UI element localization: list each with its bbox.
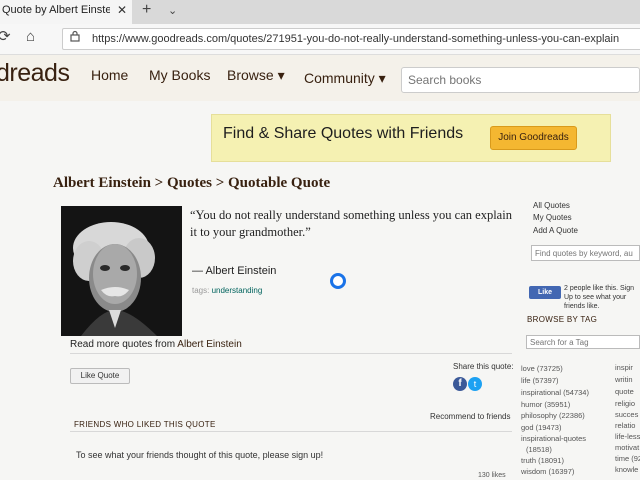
new-tab-icon[interactable]: + xyxy=(142,1,151,19)
tag-link[interactable]: inspirational (54734) xyxy=(521,388,589,397)
tag-link[interactable]: succes xyxy=(615,410,638,419)
browse-by-tag-heading: BROWSE BY TAG xyxy=(527,315,598,324)
facebook-like-text: 2 people like this. Sign Up to see what … xyxy=(564,285,635,310)
tag-link[interactable]: god (19473) xyxy=(521,423,561,432)
author-photo[interactable] xyxy=(61,206,182,336)
tab-close-icon[interactable]: ✕ xyxy=(117,3,127,17)
tag-search-input[interactable] xyxy=(526,335,640,349)
all-quotes-link[interactable]: All Quotes xyxy=(533,201,570,210)
tag-link[interactable]: (18518) xyxy=(526,445,552,454)
signup-prompt: To see what your friends thought of this… xyxy=(76,450,324,460)
tag-link[interactable]: knowle xyxy=(615,465,638,474)
fb-like-label: Like xyxy=(537,289,552,296)
tab-title: Quote by Albert Einstein xyxy=(2,4,110,16)
tag-link[interactable]: writin xyxy=(615,375,633,384)
nav-community[interactable]: Community ▾ xyxy=(304,70,386,87)
share-label: Share this quote: xyxy=(453,362,514,371)
add-quote-link[interactable]: Add A Quote xyxy=(533,226,578,235)
tag-link[interactable]: life-less xyxy=(615,432,640,441)
facebook-share-icon[interactable]: f xyxy=(453,377,467,391)
lock-icon xyxy=(70,30,80,45)
banner-text: Find & Share Quotes with Friends xyxy=(223,125,464,142)
tag-link[interactable]: philosophy (22386) xyxy=(521,411,585,420)
recommend-to-friends-link[interactable]: Recommend to friends xyxy=(430,412,510,421)
tags-label: tags: xyxy=(192,286,210,295)
join-goodreads-button[interactable]: Join Goodreads xyxy=(490,126,577,150)
nav-home[interactable]: Home xyxy=(91,67,128,83)
read-more-author-link[interactable]: Albert Einstein xyxy=(177,339,241,350)
tag-link[interactable]: time (92 xyxy=(615,454,640,463)
tag-link[interactable]: religio xyxy=(615,399,635,408)
tag-link[interactable]: inspir xyxy=(615,363,633,372)
tab-list-icon[interactable]: ⌄ xyxy=(168,4,177,17)
tag-link[interactable]: relatio xyxy=(615,421,635,430)
divider xyxy=(70,353,512,354)
tag-link[interactable]: quote xyxy=(615,387,634,396)
breadcrumb[interactable]: Albert Einstein > Quotes > Quotable Quot… xyxy=(53,175,330,192)
home-icon[interactable]: ⌂ xyxy=(26,28,35,45)
goodreads-logo[interactable]: dreads xyxy=(0,59,70,88)
find-quotes-input[interactable] xyxy=(531,245,640,261)
tag-link[interactable]: inspirational-quotes xyxy=(521,434,586,443)
read-more-prefix: Read more quotes from xyxy=(70,339,176,350)
my-quotes-link[interactable]: My Quotes xyxy=(533,213,572,222)
tag-link[interactable]: wisdom (16397) xyxy=(521,467,574,476)
nav-my-books[interactable]: My Books xyxy=(149,67,210,83)
read-more-quotes: Read more quotes from Albert Einstein xyxy=(70,339,242,350)
tag-link[interactable]: life (57397) xyxy=(521,376,559,385)
tag-link[interactable]: truth (18091) xyxy=(521,456,564,465)
likes-count[interactable]: 130 likes xyxy=(478,472,506,479)
facebook-like-button[interactable]: Like xyxy=(529,286,561,299)
nav-browse[interactable]: Browse ▾ xyxy=(227,67,285,84)
quote-author[interactable]: ― Albert Einstein xyxy=(192,265,276,277)
like-quote-button[interactable]: Like Quote xyxy=(70,368,130,384)
tag-link[interactable]: humor (35951) xyxy=(521,400,570,409)
tag-understanding-link[interactable]: understanding xyxy=(212,286,263,295)
twitter-share-icon[interactable]: t xyxy=(468,377,482,391)
tag-link[interactable]: motivat xyxy=(615,443,639,452)
divider xyxy=(70,431,512,432)
refresh-icon[interactable]: ⟳ xyxy=(0,27,11,45)
tag-link[interactable]: love (73725) xyxy=(521,364,563,373)
quote-tags: tags: understanding xyxy=(192,286,262,295)
friends-liked-heading: FRIENDS WHO LIKED THIS QUOTE xyxy=(74,420,216,429)
url-text[interactable]: https://www.goodreads.com/quotes/271951-… xyxy=(92,33,619,45)
quote-text: “You do not really understand something … xyxy=(190,208,512,239)
search-books-input[interactable] xyxy=(401,67,640,93)
loading-spinner-icon xyxy=(330,273,346,289)
